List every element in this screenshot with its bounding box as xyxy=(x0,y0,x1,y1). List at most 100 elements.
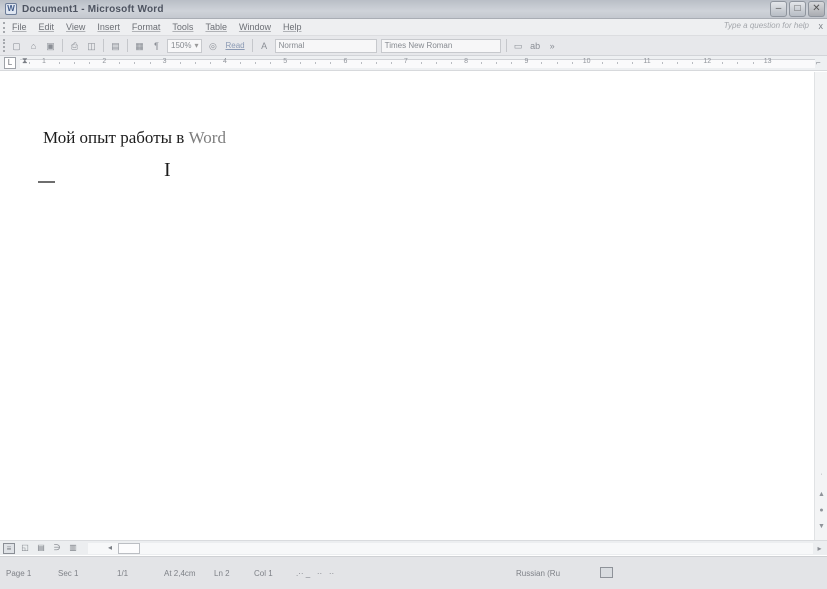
vertical-scrollbar[interactable]: · ▲ ● ▼ xyxy=(814,72,827,550)
status-bar: Page 1 Sec 1 1/1 At 2,4cm Ln 2 Col 1 .··… xyxy=(0,556,827,589)
hscroll-thumb[interactable] xyxy=(118,543,140,554)
zoom-dropdown[interactable]: 150% ▾ xyxy=(167,38,203,53)
menu-table[interactable]: Table xyxy=(199,22,233,32)
menu-view[interactable]: View xyxy=(60,22,91,32)
toolbar-separator xyxy=(505,39,507,52)
menu-bar: File Edit View Insert Format Tools Table… xyxy=(0,19,827,36)
browse-object-icon[interactable]: ● xyxy=(816,506,827,516)
print-icon[interactable]: ⎙ xyxy=(67,39,82,53)
menu-file[interactable]: File xyxy=(6,22,33,32)
toolbar-separator xyxy=(62,39,63,52)
close-document-button[interactable]: x xyxy=(819,21,824,31)
menu-window[interactable]: Window xyxy=(233,22,277,32)
ruler-tick xyxy=(616,62,618,64)
menu-edit[interactable]: Edit xyxy=(33,22,61,32)
heading-word: Word xyxy=(188,128,226,147)
ruler-tick xyxy=(451,62,453,64)
horizontal-ruler[interactable]: L ⧗ 1 2 3 4 5 6 7 8 9 10 11 12 13 ⌐ xyxy=(0,56,827,71)
end-of-document-marker xyxy=(38,181,55,183)
toolbar-separator xyxy=(127,39,128,52)
menu-insert[interactable]: Insert xyxy=(91,22,126,32)
ruler-tick xyxy=(375,62,377,64)
scroll-right-icon[interactable]: ▸ xyxy=(814,543,825,554)
zoom-value: 150% xyxy=(171,40,192,50)
print-layout-view-icon[interactable]: ▤ xyxy=(35,543,47,554)
ruler-tick xyxy=(722,62,724,64)
ruler-tick xyxy=(74,62,76,64)
ruler-tick xyxy=(692,62,694,64)
document-canvas[interactable]: Мой опыт работы в Word I xyxy=(0,72,814,540)
web-layout-view-icon[interactable]: ◱ xyxy=(19,543,31,554)
ruler-tick xyxy=(315,62,317,64)
new-document-icon[interactable]: ▢ xyxy=(9,39,24,53)
ruler-tick xyxy=(390,62,392,64)
ruler-tick xyxy=(270,62,272,64)
ruler-tick xyxy=(194,62,196,64)
heading-text: Мой опыт работы в xyxy=(43,128,189,147)
ruler-number: 13 xyxy=(763,58,772,65)
close-icon[interactable]: ✕ xyxy=(808,1,825,17)
normal-view-icon[interactable]: ≡ xyxy=(3,543,15,554)
ruler-number: 5 xyxy=(283,58,288,65)
ask-question-input[interactable]: Type a question for help xyxy=(724,21,809,30)
menu-format[interactable]: Format xyxy=(126,22,167,32)
next-page-icon[interactable]: ▼ xyxy=(816,522,827,532)
scroll-left-icon[interactable]: ◂ xyxy=(104,543,116,554)
help-icon[interactable]: ◎ xyxy=(205,39,220,53)
ruler-tick xyxy=(481,62,483,64)
outline-view-icon[interactable]: ∋ xyxy=(51,543,63,554)
reading-layout-view-icon[interactable]: ▥ xyxy=(67,543,79,554)
open-folder-icon[interactable]: ⌂ xyxy=(26,39,41,53)
toolbar-grip-handle[interactable] xyxy=(3,39,6,52)
save-icon[interactable]: ▣ xyxy=(43,39,58,53)
read-button[interactable]: Read xyxy=(225,41,244,50)
status-indicators: .·· _ ·· ·· xyxy=(296,569,335,578)
tab-selector-icon[interactable]: L xyxy=(4,57,16,69)
insert-table-icon[interactable]: ▦ xyxy=(132,39,147,53)
ruler-number: 7 xyxy=(403,58,408,65)
ruler-number: 11 xyxy=(643,58,651,65)
highlight-icon[interactable]: ab xyxy=(528,39,543,53)
border-icon[interactable]: ▭ xyxy=(511,39,526,53)
styles-pane-icon[interactable]: A xyxy=(257,39,272,53)
toolbar-separator xyxy=(251,39,253,52)
maximize-icon[interactable]: □ xyxy=(789,1,806,17)
ruler-tick xyxy=(179,62,181,64)
ruler-number: 9 xyxy=(524,58,529,65)
toolbar-options-icon[interactable]: » xyxy=(545,39,560,53)
ruler-tick xyxy=(752,62,754,64)
window-title: Document1 - Microsoft Word xyxy=(22,3,164,15)
print-preview-icon[interactable]: ◫ xyxy=(84,39,99,53)
show-hide-marks-icon[interactable]: ¶ xyxy=(149,39,164,53)
ruler-tick xyxy=(511,62,513,64)
toolbar: ▢ ⌂ ▣ ⎙ ◫ ▤ ▦ ¶ 150% ▾ ◎ Read A Normal Ti… xyxy=(0,36,827,56)
ruler-right-indent-icon[interactable]: ⌐ xyxy=(816,58,825,69)
status-language: Russian (Ru xyxy=(516,569,561,578)
paste-icon[interactable]: ▤ xyxy=(108,39,123,53)
ruler-tick xyxy=(435,62,437,64)
ruler-number: 2 xyxy=(102,58,107,65)
word-app-icon[interactable]: W xyxy=(5,3,17,15)
ruler-number: 3 xyxy=(162,58,167,65)
menu-help[interactable]: Help xyxy=(277,22,308,32)
ruler-tick xyxy=(28,62,30,64)
ruler-tick xyxy=(149,62,151,64)
hscroll-track[interactable] xyxy=(88,543,813,554)
ruler-tick xyxy=(59,62,61,64)
ruler-number: 8 xyxy=(464,58,469,65)
ruler-tick xyxy=(662,62,664,64)
document-heading[interactable]: Мой опыт работы в Word xyxy=(43,128,226,148)
font-value: Times New Roman xyxy=(384,40,453,50)
style-dropdown[interactable]: Normal xyxy=(274,38,377,53)
previous-page-icon[interactable]: ▲ xyxy=(816,490,827,500)
menu-tools[interactable]: Tools xyxy=(166,22,199,32)
spelling-status-icon[interactable] xyxy=(600,567,613,578)
ruler-tick xyxy=(89,62,91,64)
status-page-count: 1/1 xyxy=(117,569,129,578)
ruler-tick xyxy=(556,62,558,64)
font-dropdown[interactable]: Times New Roman xyxy=(380,38,501,53)
minimize-icon[interactable]: – xyxy=(770,1,787,17)
ruler-number: 10 xyxy=(582,58,591,65)
ruler-tick xyxy=(541,62,543,64)
ruler-strip xyxy=(20,59,815,68)
